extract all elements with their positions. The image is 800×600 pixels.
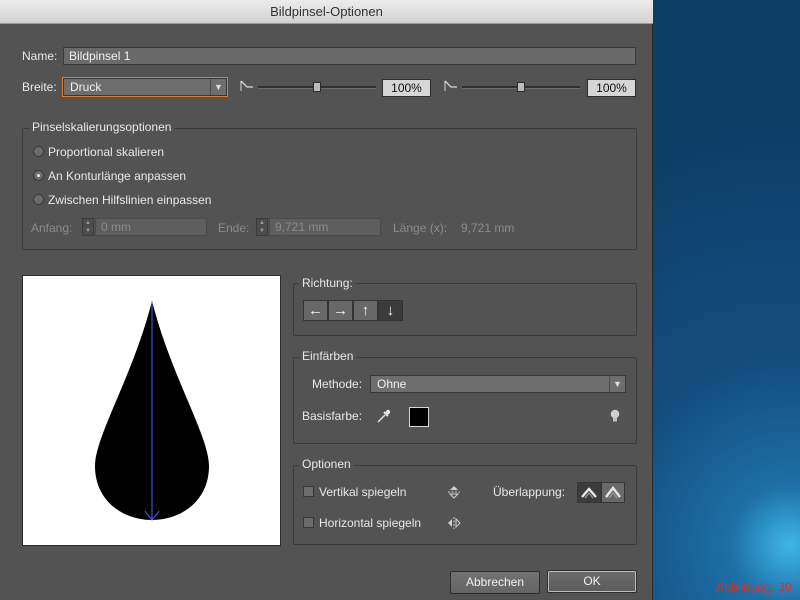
start-input: 0 mm (95, 218, 207, 236)
min-width-icon (240, 79, 254, 96)
method-select[interactable]: Ohne ▼ (370, 375, 626, 393)
name-input[interactable]: Bildpinsel 1 (63, 47, 636, 65)
direction-down-button[interactable]: ↓ (378, 300, 403, 321)
brush-preview (22, 275, 281, 546)
overlap-miter-icon (605, 486, 621, 499)
flip-horizontal-icon (446, 515, 462, 534)
base-color-swatch[interactable] (409, 407, 429, 427)
window-title: Bildpinsel-Optionen (0, 0, 653, 24)
width-label: Breite: (22, 80, 57, 94)
max-width-percent-input[interactable]: 100% (587, 79, 636, 97)
fit-between-guides-radio[interactable] (33, 194, 44, 205)
end-input: 9,721 mm (269, 218, 381, 236)
overlap-label: Überlappung: (493, 485, 566, 499)
chevron-down-icon: ▼ (210, 79, 226, 95)
max-width-icon (444, 79, 458, 96)
brush-options-dialog: Bildpinsel-Optionen Name: Bildpinsel 1 B… (0, 0, 653, 600)
min-width-percent-input[interactable]: 100% (382, 79, 431, 97)
flip-vertical-label: Vertikal spiegeln (319, 485, 407, 499)
scaling-options-title: Pinselskalierungsoptionen (29, 120, 175, 134)
end-stepper: ▲ ▼ (256, 218, 268, 236)
max-width-slider-thumb[interactable] (517, 82, 525, 92)
fit-stroke-length-radio[interactable] (33, 170, 44, 181)
flip-vertical-icon (446, 484, 462, 503)
direction-right-button[interactable]: → (328, 300, 353, 321)
start-stepper: ▲ ▼ (82, 218, 94, 236)
figure-caption: Abbildung: 30 (716, 580, 792, 594)
proportional-scale-radio[interactable] (33, 146, 44, 157)
arrow-left-icon: ← (308, 302, 323, 319)
proportional-scale-label: Proportional skalieren (48, 145, 165, 159)
direction-up-button[interactable]: ↑ (353, 300, 378, 321)
start-label: Anfang: (31, 221, 73, 235)
chevron-down-icon: ▼ (609, 376, 625, 392)
base-color-label: Basisfarbe: (302, 409, 363, 423)
end-label: Ende: (218, 221, 250, 235)
teardrop-preview-shape (95, 301, 209, 521)
arrow-down-icon: ↓ (386, 302, 395, 319)
min-width-slider-thumb[interactable] (313, 82, 321, 92)
method-label: Methode: (312, 377, 363, 391)
overlap-none-button[interactable] (601, 482, 625, 503)
flip-horizontal-label: Horizontal spiegeln (319, 516, 422, 530)
direction-title: Richtung: (299, 276, 356, 290)
options-title: Optionen (299, 457, 354, 471)
colorize-group (293, 357, 637, 444)
options-group (293, 465, 637, 545)
flip-horizontal-checkbox[interactable] (303, 517, 314, 528)
fit-between-guides-label: Zwischen Hilfslinien einpassen (48, 193, 212, 207)
arrow-up-icon: ↑ (361, 302, 370, 319)
overlap-adjust-button[interactable] (577, 482, 601, 503)
method-select-value: Ohne (377, 377, 407, 391)
length-value: 9,721 mm (461, 221, 515, 235)
width-select[interactable]: Druck ▼ (63, 78, 227, 96)
direction-left-button[interactable]: ← (303, 300, 328, 321)
length-label: Länge (x): (393, 221, 448, 235)
fit-stroke-length-label: An Konturlänge anpassen (48, 169, 187, 183)
cancel-button[interactable]: Abbrechen (450, 571, 540, 594)
colorize-title: Einfärben (299, 349, 357, 363)
lightbulb-tip-icon[interactable] (609, 408, 621, 427)
ok-button[interactable]: OK (547, 570, 637, 593)
flip-vertical-checkbox[interactable] (303, 486, 314, 497)
name-label: Name: (22, 49, 58, 63)
eyedropper-icon[interactable] (376, 408, 392, 427)
overlap-corner-icon (581, 487, 597, 499)
arrow-right-icon: → (333, 302, 348, 319)
width-select-value: Druck (70, 80, 102, 94)
